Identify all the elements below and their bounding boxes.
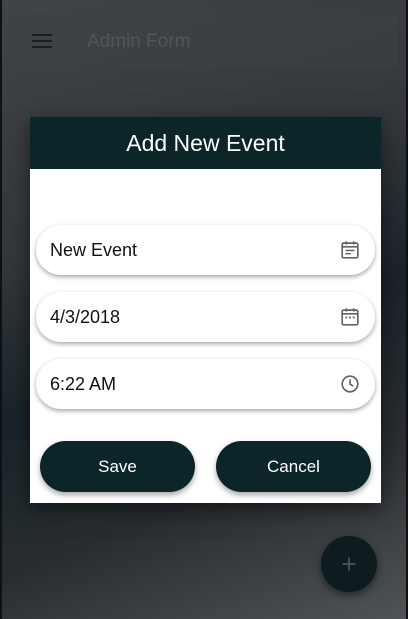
- event-time-input[interactable]: [50, 373, 339, 395]
- save-button[interactable]: Save: [40, 441, 195, 492]
- cancel-button[interactable]: Cancel: [216, 441, 371, 492]
- event-time-field[interactable]: [36, 359, 375, 409]
- dialog-title: Add New Event: [30, 117, 381, 169]
- clock-icon[interactable]: [339, 373, 361, 395]
- app-screen: Admin Form + Add New Event New Event 4/3…: [0, 0, 408, 619]
- event-name-input[interactable]: [50, 239, 339, 261]
- event-date-input[interactable]: [50, 306, 339, 328]
- add-event-fab[interactable]: +: [321, 536, 377, 592]
- event-date-field[interactable]: [36, 292, 375, 342]
- add-event-dialog: Add New Event New Event 4/3/2018 6:22 AM…: [30, 117, 381, 503]
- calendar-notes-icon[interactable]: [339, 239, 361, 261]
- plus-icon: +: [341, 549, 357, 579]
- event-name-field[interactable]: [36, 225, 375, 275]
- calendar-icon[interactable]: [339, 306, 361, 328]
